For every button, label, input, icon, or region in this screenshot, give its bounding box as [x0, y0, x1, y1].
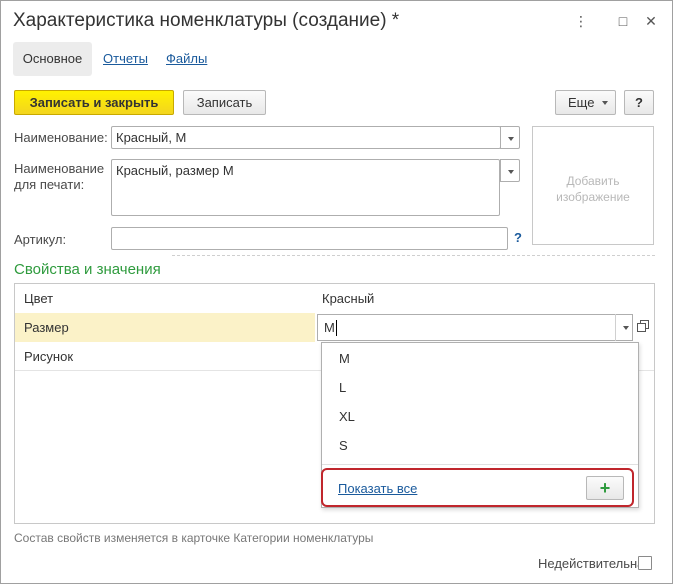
chevron-down-icon: [602, 101, 608, 105]
properties-section-title: Свойства и значения: [14, 261, 161, 278]
help-button[interactable]: ?: [624, 90, 654, 115]
more-menu-icon[interactable]: ⋮: [571, 11, 591, 31]
dropdown-option-s[interactable]: S: [322, 431, 638, 460]
add-image-placeholder: Добавить изображение: [533, 173, 653, 205]
property-name: Размер: [24, 320, 69, 335]
print-name-label-line1: Наименование: [14, 161, 105, 176]
print-name-dropdown-button[interactable]: [500, 159, 520, 182]
table-row[interactable]: Цвет Красный: [15, 284, 654, 313]
more-actions-button[interactable]: Еще: [555, 90, 616, 115]
inactive-label: Недействительна:: [538, 556, 649, 571]
name-field[interactable]: Красный, M: [111, 126, 501, 149]
section-divider: [172, 255, 655, 256]
print-name-label-line2: для печати:: [14, 177, 85, 192]
title-bar: Характеристика номенклатуры (создание) *…: [1, 1, 672, 41]
close-icon[interactable]: ✕: [641, 11, 661, 31]
property-name: Рисунок: [24, 349, 74, 364]
dropdown-option-xl[interactable]: XL: [322, 402, 638, 431]
name-label: Наименование:: [14, 130, 108, 145]
article-help-icon[interactable]: ?: [514, 230, 522, 245]
article-label: Артикул:: [14, 232, 67, 247]
tab-files[interactable]: Файлы: [166, 42, 207, 76]
tab-main[interactable]: Основное: [13, 42, 92, 76]
add-image-area[interactable]: Добавить изображение: [532, 126, 654, 245]
size-value-input[interactable]: M: [317, 314, 633, 341]
save-and-close-button[interactable]: Записать и закрыть: [14, 90, 174, 115]
dropdown-separator: [322, 464, 638, 465]
show-all-link[interactable]: Показать все: [338, 481, 417, 496]
add-image-line1: Добавить: [566, 174, 620, 188]
add-value-button[interactable]: +: [586, 476, 624, 500]
property-name: Цвет: [24, 291, 54, 306]
dropdown-option-l[interactable]: L: [322, 373, 638, 402]
characteristic-window: Характеристика номенклатуры (создание) *…: [0, 0, 673, 584]
properties-note: Состав свойств изменяется в карточке Кат…: [14, 531, 374, 545]
print-name-field[interactable]: Красный, размер M: [111, 159, 500, 216]
add-image-line2: изображение: [556, 190, 630, 204]
more-actions-label: Еще: [568, 95, 595, 110]
inactive-checkbox[interactable]: [638, 556, 652, 570]
save-button[interactable]: Записать: [183, 90, 266, 115]
tab-reports[interactable]: Отчеты: [103, 42, 148, 76]
table-row-selected[interactable]: Размер M: [15, 313, 654, 342]
name-dropdown-button[interactable]: [500, 126, 520, 149]
plus-icon: +: [599, 478, 611, 498]
window-title: Характеристика номенклатуры (создание) *: [13, 10, 400, 31]
size-value-text: M: [324, 320, 335, 335]
article-field[interactable]: [111, 227, 508, 250]
size-dropdown-button[interactable]: [615, 314, 635, 341]
property-value: Красный: [322, 291, 375, 306]
maximize-icon[interactable]: □: [613, 11, 633, 31]
open-form-icon[interactable]: [637, 320, 649, 332]
dropdown-option-m[interactable]: M: [322, 344, 638, 373]
text-cursor: [336, 320, 337, 336]
